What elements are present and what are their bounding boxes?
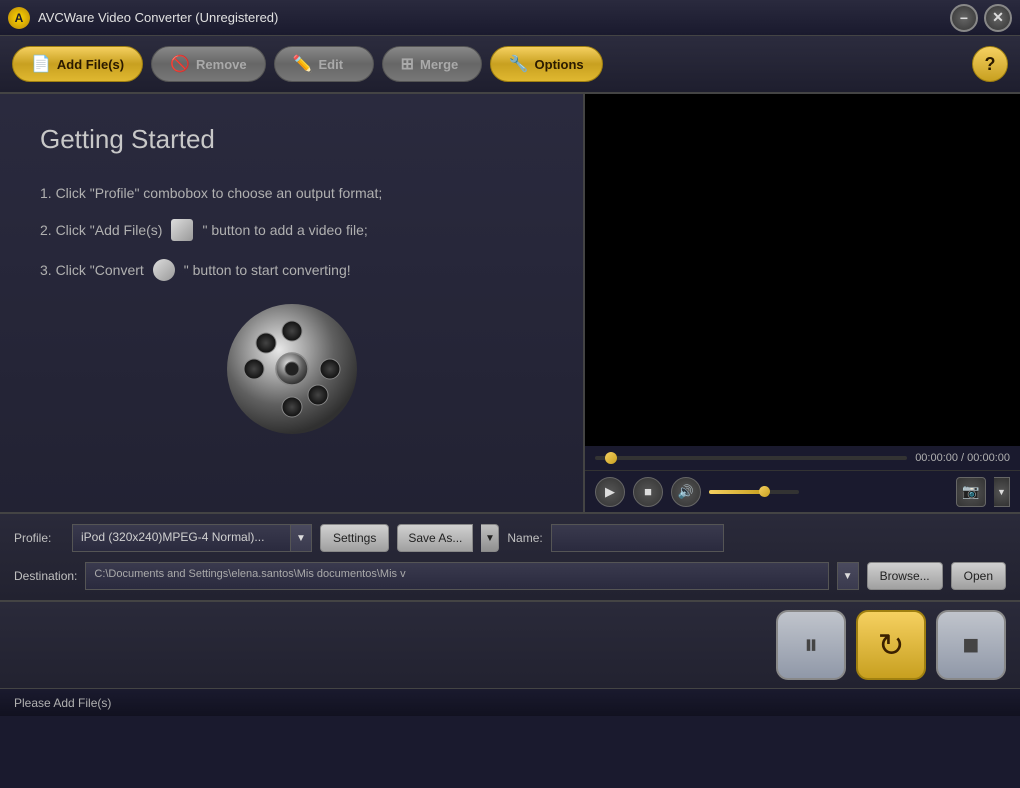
minimize-button[interactable]: −: [950, 4, 978, 32]
edit-button[interactable]: ✏️ Edit: [274, 46, 374, 82]
remove-icon: 🚫: [170, 54, 190, 74]
video-panel: 00:00:00 / 00:00:00 ▶ ■ 🔊 📷 ▼: [585, 94, 1020, 512]
title-text: AVCWare Video Converter (Unregistered): [38, 10, 278, 25]
convert-icon: ↻: [878, 626, 905, 664]
volume-icon: 🔊: [678, 484, 694, 500]
browse-button[interactable]: Browse...: [867, 562, 943, 590]
dest-dropdown-arrow[interactable]: ▼: [837, 562, 859, 590]
seek-bar: 00:00:00 / 00:00:00: [585, 446, 1020, 470]
remove-button[interactable]: 🚫 Remove: [151, 46, 266, 82]
options-icon: 🔧: [509, 54, 529, 74]
bottom-config: Profile: iPod (320x240)MPEG-4 Normal)...…: [0, 514, 1020, 602]
video-time: 00:00:00 / 00:00:00: [915, 452, 1010, 464]
stop-button[interactable]: ■: [633, 477, 663, 507]
add-files-inline-icon: [171, 219, 193, 241]
merge-icon: ⊞: [401, 54, 414, 74]
name-input[interactable]: [551, 524, 724, 552]
title-left: A AVCWare Video Converter (Unregistered): [8, 7, 278, 29]
profile-select-wrapper: iPod (320x240)MPEG-4 Normal)... ▼: [72, 524, 312, 552]
stop-convert-icon: ■: [963, 629, 980, 661]
open-button[interactable]: Open: [951, 562, 1006, 590]
volume-track[interactable]: [709, 490, 799, 494]
step-2: 2. Click "Add File(s) " button to add a …: [40, 219, 543, 241]
seek-handle[interactable]: [605, 452, 617, 464]
destination-row: Destination: C:\Documents and Settings\e…: [14, 562, 1006, 590]
app-icon: A: [8, 7, 30, 29]
pause-icon: ⏸: [804, 629, 818, 662]
stop-icon: ■: [644, 484, 652, 499]
convert-inline-icon: [153, 259, 175, 281]
getting-started-panel: Getting Started 1. Click "Profile" combo…: [0, 94, 585, 512]
main-area: Getting Started 1. Click "Profile" combo…: [0, 94, 1020, 514]
status-bar: Please Add File(s): [0, 688, 1020, 716]
add-files-button[interactable]: 📄 Add File(s): [12, 46, 143, 82]
film-reel-svg: [222, 299, 362, 439]
destination-label: Destination:: [14, 569, 77, 583]
camera-icon: 📷: [962, 483, 979, 500]
settings-button[interactable]: Settings: [320, 524, 389, 552]
step-3: 3. Click "Convert " button to start conv…: [40, 259, 543, 281]
screenshot-dropdown[interactable]: ▼: [994, 477, 1010, 507]
profile-select[interactable]: iPod (320x240)MPEG-4 Normal)...: [72, 524, 290, 552]
volume-fill: [709, 490, 764, 494]
title-controls: − ✕: [950, 4, 1012, 32]
name-label: Name:: [507, 531, 542, 545]
destination-path: C:\Documents and Settings\elena.santos\M…: [85, 562, 828, 590]
status-text: Please Add File(s): [14, 696, 111, 710]
help-button[interactable]: ?: [972, 46, 1008, 82]
save-as-button[interactable]: Save As...: [397, 524, 473, 552]
add-files-icon: 📄: [31, 54, 51, 74]
screenshot-button[interactable]: 📷: [956, 477, 986, 507]
merge-button[interactable]: ⊞ Merge: [382, 46, 482, 82]
getting-started-title: Getting Started: [40, 124, 543, 155]
toolbar: 📄 Add File(s) 🚫 Remove ✏️ Edit ⊞ Merge 🔧…: [0, 36, 1020, 94]
video-preview: [585, 94, 1020, 446]
convert-controls: ⏸ ↻ ■: [0, 602, 1020, 688]
title-bar: A AVCWare Video Converter (Unregistered)…: [0, 0, 1020, 36]
stop-convert-button[interactable]: ■: [936, 610, 1006, 680]
volume-handle[interactable]: [759, 486, 770, 497]
play-button[interactable]: ▶: [595, 477, 625, 507]
film-reel-graphic: [40, 299, 543, 439]
play-icon: ▶: [605, 484, 615, 500]
video-controls: ▶ ■ 🔊 📷 ▼: [585, 470, 1020, 512]
seek-track[interactable]: [595, 456, 907, 460]
step-1: 1. Click "Profile" combobox to choose an…: [40, 185, 543, 201]
convert-button[interactable]: ↻: [856, 610, 926, 680]
options-button[interactable]: 🔧 Options: [490, 46, 603, 82]
profile-row: Profile: iPod (320x240)MPEG-4 Normal)...…: [14, 524, 1006, 552]
save-as-dropdown[interactable]: ▼: [481, 524, 499, 552]
edit-icon: ✏️: [293, 54, 313, 74]
profile-dropdown-arrow[interactable]: ▼: [290, 524, 312, 552]
profile-label: Profile:: [14, 531, 64, 545]
volume-button[interactable]: 🔊: [671, 477, 701, 507]
pause-button[interactable]: ⏸: [776, 610, 846, 680]
close-button[interactable]: ✕: [984, 4, 1012, 32]
